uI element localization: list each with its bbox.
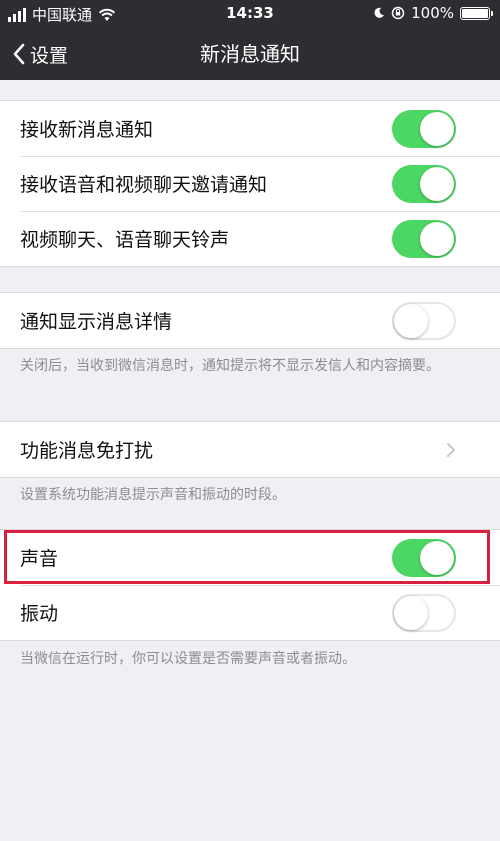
new-message-toggle[interactable] [392,110,456,148]
toggle-knob [420,222,454,256]
setting-label: 通知显示消息详情 [20,311,173,333]
status-bar: 中国联通 14:33 100% [0,0,500,28]
setting-label: 振动 [20,603,59,625]
setting-row-new-message: 接收新消息通知 [0,101,500,156]
setting-row-call-invite: 接收语音和视频聊天邀请通知 [0,156,500,211]
toggle-knob [420,112,454,146]
moon-icon [374,7,385,18]
notification-settings-group: 接收新消息通知 接收语音和视频聊天邀请通知 视频聊天、语音聊天铃声 [0,100,500,267]
sound-toggle[interactable] [392,539,456,577]
setting-label: 功能消息免打扰 [20,440,154,462]
setting-label: 视频聊天、语音聊天铃声 [20,229,230,251]
status-right: 100% [373,4,493,22]
vibration-toggle[interactable] [392,594,456,632]
do-not-disturb-note: 设置系统功能消息提示声音和振动的时段。 [20,487,286,503]
navigation-bar: 设置 新消息通知 [0,28,500,80]
toggle-knob [420,541,454,575]
setting-label: 声音 [20,548,59,570]
battery-icon [460,6,493,20]
ringtone-toggle[interactable] [392,220,456,258]
setting-label: 接收新消息通知 [20,119,154,141]
sound-vibration-group: 声音 振动 [0,529,500,641]
setting-row-do-not-disturb[interactable]: 功能消息免打扰 [0,422,500,477]
setting-row-ringtone: 视频聊天、语音聊天铃声 [0,211,500,266]
page-title: 新消息通知 [200,42,300,66]
chevron-right-icon [447,443,455,457]
toggle-knob [394,596,428,630]
call-invite-toggle[interactable] [392,165,456,203]
show-details-toggle[interactable] [392,302,456,340]
toggle-knob [394,304,428,338]
setting-row-vibration: 振动 [0,585,500,640]
show-details-note: 关闭后，当收到微信消息时，通知提示将不显示发信人和内容摘要。 [20,358,440,374]
battery-fill [462,8,488,18]
do-not-disturb-group: 功能消息免打扰 [0,421,500,478]
orientation-lock-icon [391,6,405,20]
battery-percent: 100% [411,4,454,22]
setting-row-show-details: 通知显示消息详情 [0,293,500,348]
setting-label: 接收语音和视频聊天邀请通知 [20,174,268,196]
setting-row-sound: 声音 [0,530,500,585]
sound-vibration-note: 当微信在运行时，你可以设置是否需要声音或者振动。 [20,651,356,667]
message-detail-group: 通知显示消息详情 [0,292,500,349]
toggle-knob [420,167,454,201]
